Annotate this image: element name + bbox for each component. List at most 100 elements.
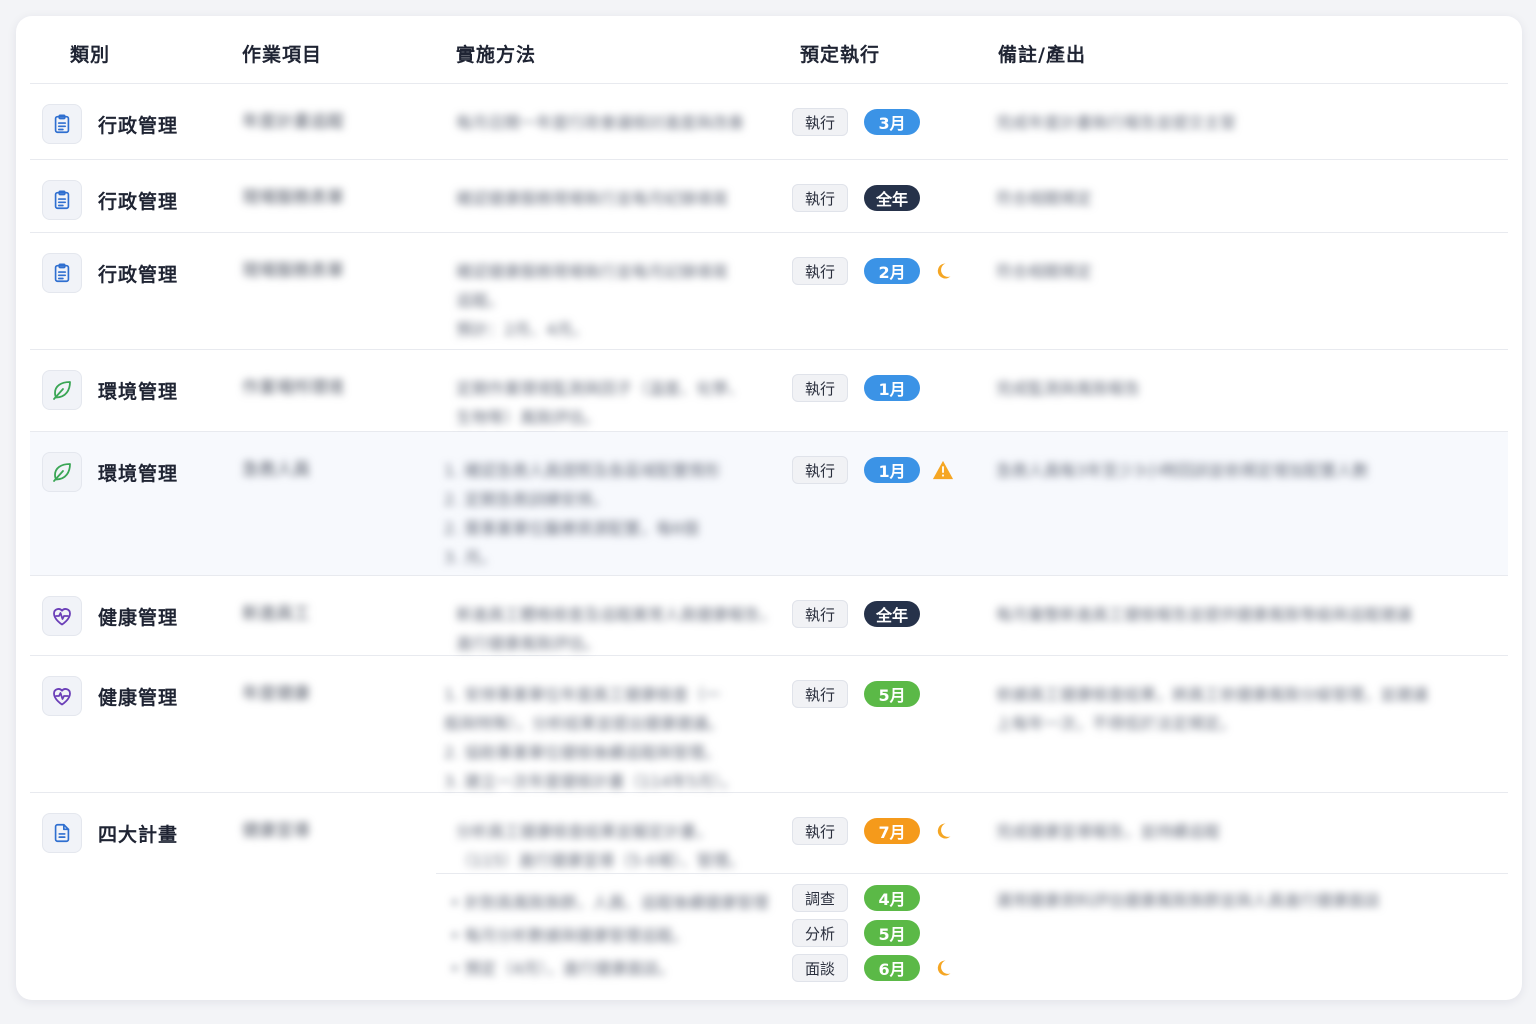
sub-method-text: • 針對高風險族群，人員、追蹤後續健康管理 • 每月分析數據與健康管理追蹤。 • 預… xyxy=(450,886,769,985)
table-row[interactable]: 環境管理 急救人員 1. 確認急救人員證照及各區域配置情形 2. 定期急救訓練安排。 2… xyxy=(30,432,1508,576)
table-row[interactable]: 健康管理 年度健康 1. 安排事業單位年度員工健康檢查（一 般與特殊），分析結果並提出… xyxy=(30,656,1508,793)
category-label: 行政管理 xyxy=(98,114,179,137)
sub-method-line: • 預定（4月），進行健康面談。 xyxy=(450,959,675,978)
sub-method-line: • 每月分析數據與健康管理追蹤。 xyxy=(450,926,689,945)
action-tag: 分析 xyxy=(792,919,849,947)
category-cell: 行政管理 xyxy=(42,104,178,144)
category-cell: 行政管理 xyxy=(42,180,178,220)
table-row[interactable]: 四大計畫 健康宣導 分析員工健康檢查結果並擬定計畫， （115）進行健康宣導（5-6場… xyxy=(30,793,1508,984)
month-pill: 3月 xyxy=(864,109,921,135)
note-line: 上每年一次，不得低於法定規定。 xyxy=(996,714,1237,733)
note-text: 急救人員每3年至少3小時回訓並依規定增加配置人數 xyxy=(996,456,1368,485)
item-text: 現場服務表單 xyxy=(242,261,344,281)
note-text: 完成健康宣導報告，並持續追蹤 xyxy=(996,817,1220,846)
action-tag: 執行 xyxy=(792,257,849,285)
note-text: 完成監測與風險報告 xyxy=(996,374,1140,403)
moon-icon xyxy=(932,260,954,282)
month-pill: 1月 xyxy=(864,457,921,483)
category-label: 健康管理 xyxy=(98,606,179,629)
category-label: 環境管理 xyxy=(98,462,179,485)
schedule-cell: 分析 5月 xyxy=(792,919,921,947)
sub-section: • 針對高風險族群，人員、追蹤後續健康管理 • 每月分析數據與健康管理追蹤。 • 預… xyxy=(30,874,1508,984)
category-cell: 健康管理 xyxy=(42,596,178,636)
category-cell: 行政管理 xyxy=(42,253,178,293)
month-pill: 1月 xyxy=(864,375,921,401)
category-cell: 環境管理 xyxy=(42,370,178,410)
sub-note-text: 運用健康資料評估健康風險族群並與人員進行健康面談 xyxy=(996,886,1380,915)
sub-note-line: 運用健康資料評估健康風險族群並與人員進行健康面談 xyxy=(996,891,1381,910)
header-item: 作業項目 xyxy=(242,44,323,66)
category-label: 四大計畫 xyxy=(98,823,179,846)
header-note: 備註/產出 xyxy=(998,44,1086,66)
action-tag: 執行 xyxy=(792,108,849,136)
method-text: 定期作業環境監測與因子（溫度、化學、 生物等）風險評估。 xyxy=(456,374,744,432)
note-text: 完成年度計畫執行報告並提交主管 xyxy=(996,108,1236,137)
method-line: 確認健康服務現場執行並每月記錄填寫 xyxy=(456,262,729,281)
method-line: 1. 確認急救人員證照及各區域配置情形 xyxy=(444,461,721,480)
action-tag: 執行 xyxy=(792,456,849,484)
category-label: 行政管理 xyxy=(98,263,179,286)
table-row[interactable]: 環境管理 作業場所環境 定期作業環境監測與因子（溫度、化學、 生物等）風險評估。 執行 1… xyxy=(30,350,1508,432)
item-text: 新進員工 xyxy=(242,604,310,624)
schedule-cell: 執行 7月 xyxy=(792,817,954,845)
heartbeat-icon xyxy=(42,676,82,716)
item-text: 健康宣導 xyxy=(242,821,310,841)
header-schedule: 預定執行 xyxy=(800,44,881,66)
schedule-cell: 執行 全年 xyxy=(792,600,921,628)
method-line: 確認健康服務現場執行並每月紀錄填寫 xyxy=(456,189,729,208)
method-line: 進行健康風險評估。 xyxy=(456,634,601,653)
document-icon xyxy=(42,813,82,853)
method-text: 新進員工體格檢查及追蹤異常人員健康報告， 進行健康風險評估。 xyxy=(456,600,776,658)
method-line: 3. 月。 xyxy=(444,548,497,567)
category-label: 行政管理 xyxy=(98,190,179,213)
method-text: 確認健康服務現場執行並每月記錄填寫 追蹤。 預計：2月、4月。 xyxy=(456,257,728,344)
warning-icon xyxy=(932,459,954,481)
month-pill: 5月 xyxy=(864,681,921,707)
method-line: 分析員工健康檢查結果並擬定計畫， xyxy=(456,822,713,841)
month-pill: 5月 xyxy=(864,920,921,946)
item-text: 作業場所環境 xyxy=(242,378,344,398)
action-tag: 執行 xyxy=(792,600,849,628)
method-line: 2. 協助事業單位健檢後續追蹤與管理。 xyxy=(444,743,721,762)
month-pill: 7月 xyxy=(864,818,921,844)
note-text: 符合相關規定 xyxy=(996,184,1092,213)
note-line: 急救人員每3年至少3小時回訓並依規定增加配置人數 xyxy=(996,461,1369,480)
clipboard-icon xyxy=(42,104,82,144)
note-line: 完成年度計畫執行報告並提交主管 xyxy=(996,113,1237,132)
method-text: 分析員工健康檢查結果並擬定計畫， （115）進行健康宣導（5-6場）、管理。 xyxy=(456,817,745,875)
table-row[interactable]: 行政管理 年度計畫追蹤 每月召開一年度行政會議檢討進度與改善 執行 3月 完成年度計畫執行… xyxy=(30,84,1508,160)
schedule-cell: 執行 1月 xyxy=(792,456,954,484)
schedule-cell: 調查 4月 xyxy=(792,884,921,912)
action-tag: 面談 xyxy=(792,954,849,982)
table-header: 類別 作業項目 實施方法 預定執行 備註/產出 xyxy=(30,16,1508,84)
method-line: 2. 定期急救訓練安排。 xyxy=(444,490,609,509)
method-text: 確認健康服務現場執行並每月紀錄填寫 xyxy=(456,184,728,213)
note-line: 每月彙整新進員工健檢報告並提供健康風險等級與追蹤建議 xyxy=(996,605,1413,624)
schedule-cell: 執行 3月 xyxy=(792,108,921,136)
month-pill: 4月 xyxy=(864,885,921,911)
item-text: 現場服務表單 xyxy=(242,188,344,208)
action-tag: 執行 xyxy=(792,817,849,845)
clipboard-icon xyxy=(42,253,82,293)
note-text: 每月彙整新進員工健檢報告並提供健康風險等級與追蹤建議 xyxy=(996,600,1412,629)
item-text: 年度計畫追蹤 xyxy=(242,112,344,132)
table-row[interactable]: 行政管理 現場服務表單 確認健康服務現場執行並每月紀錄填寫 執行 全年 符合相關規定 xyxy=(30,160,1508,233)
sub-method-line: • 針對高風險族群，人員、追蹤後續健康管理 xyxy=(450,893,769,912)
method-line: 每月召開一年度行政會議檢討進度與改善 xyxy=(456,113,745,132)
month-pill: 2月 xyxy=(864,258,921,284)
item-text: 年度健康 xyxy=(242,684,310,704)
category-cell: 環境管理 xyxy=(42,452,178,492)
category-cell: 健康管理 xyxy=(42,676,178,716)
category-cell: 四大計畫 xyxy=(42,813,178,853)
heartbeat-icon xyxy=(42,596,82,636)
action-tag: 執行 xyxy=(792,184,849,212)
method-line: 預計：2月、4月。 xyxy=(456,320,589,339)
method-line: 新進員工體格檢查及追蹤異常人員健康報告， xyxy=(456,605,777,624)
leaf-icon xyxy=(42,452,82,492)
table-row[interactable]: 行政管理 現場服務表單 確認健康服務現場執行並每月記錄填寫 追蹤。 預計：2月、4月。 執… xyxy=(30,233,1508,350)
table-row[interactable]: 健康管理 新進員工 新進員工體格檢查及追蹤異常人員健康報告， 進行健康風險評估。 執行全… xyxy=(30,576,1508,656)
month-pill: 6月 xyxy=(864,955,921,981)
note-text: 依據員工健康檢查結果，將員工依健康風險分級管理，並建議 上每年一次，不得低於法定規… xyxy=(996,680,1428,738)
leaf-icon xyxy=(42,370,82,410)
category-label: 環境管理 xyxy=(98,380,179,403)
